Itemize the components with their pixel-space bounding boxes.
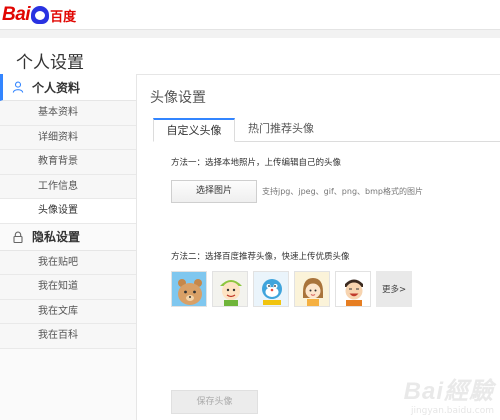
method-one-text: 方法一：选择本地照片，上传编辑自己的头像: [171, 158, 342, 168]
sidebar-item-wenku[interactable]: 我在文库: [0, 299, 136, 324]
sidebar-group-label: 个人资料: [32, 80, 81, 95]
sidebar-group-privacy[interactable]: 隐私设置: [0, 223, 136, 251]
avatar-bear[interactable]: [171, 271, 207, 307]
save-avatar-button[interactable]: 保存头像: [171, 390, 258, 414]
sidebar-item-work[interactable]: 工作信息: [0, 174, 136, 199]
choose-image-button[interactable]: 选择图片: [171, 180, 257, 203]
paw-icon: [31, 6, 50, 24]
sidebar-item-detail[interactable]: 详细资料: [0, 125, 136, 150]
user-icon: [12, 81, 24, 93]
avatar-cartoon-boy[interactable]: [212, 271, 248, 307]
watermark-url: jingyan.baidu.com: [410, 406, 494, 416]
recommended-avatars: 更多>: [171, 271, 412, 307]
avatar-tabs: 自定义头像 热门推荐头像: [153, 118, 500, 142]
section-title: 头像设置: [150, 90, 206, 106]
logo-bai-text: Bai: [2, 4, 31, 25]
sidebar-item-baike[interactable]: 我在百科: [0, 324, 136, 349]
tab-hot-avatars[interactable]: 热门推荐头像: [245, 118, 317, 142]
sidebar-item-zhidao[interactable]: 我在知道: [0, 275, 136, 300]
avatar-girl[interactable]: [294, 271, 330, 307]
sidebar-item-avatar[interactable]: 头像设置: [0, 199, 136, 224]
avatar-smiling-man[interactable]: [335, 271, 371, 307]
top-bar: Bai 百度: [0, 0, 500, 30]
sidebar-item-education[interactable]: 教育背景: [0, 150, 136, 175]
logo-cn-text: 百度: [50, 9, 77, 25]
sidebar: 个人资料 基本资料 详细资料 教育背景 工作信息 头像设置 隐私设置 我在贴吧 …: [0, 74, 137, 420]
supported-formats-text: 支持jpg、jpeg、gif、png、bmp格式的图片: [262, 187, 423, 196]
more-avatars-button[interactable]: 更多>: [376, 271, 412, 307]
sidebar-item-tieba[interactable]: 我在贴吧: [0, 250, 136, 275]
page-title: 个人设置: [16, 53, 84, 73]
watermark-logo: Bai經驗: [403, 378, 494, 405]
sidebar-item-basic[interactable]: 基本资料: [0, 101, 136, 126]
baidu-logo[interactable]: Bai 百度: [2, 4, 76, 26]
sidebar-group-profile[interactable]: 个人资料: [0, 74, 136, 101]
lock-icon: [12, 231, 24, 243]
tab-custom-avatar[interactable]: 自定义头像: [153, 118, 235, 142]
sidebar-group-label: 隐私设置: [32, 230, 81, 244]
watermark: Bai經驗 jingyan.baidu.com: [404, 371, 494, 416]
content-header: 头像设置: [150, 87, 500, 107]
method-two-text: 方法二：选择百度推荐头像，快速上传优质头像: [171, 252, 350, 262]
avatar-blue-cat[interactable]: [253, 271, 289, 307]
